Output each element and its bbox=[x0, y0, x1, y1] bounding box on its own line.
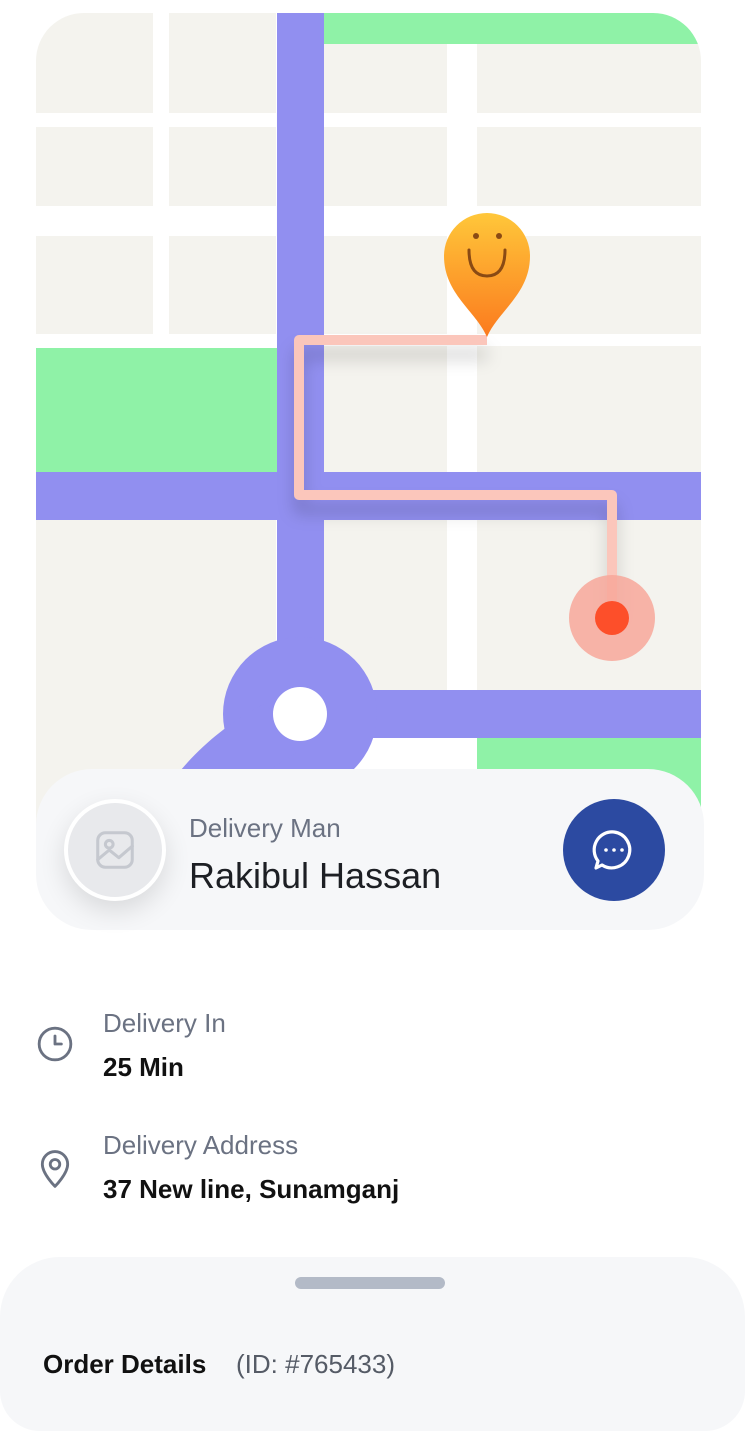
destination-dot-icon bbox=[569, 575, 655, 661]
chat-bubble-icon bbox=[592, 830, 632, 870]
chat-button[interactable] bbox=[563, 799, 665, 901]
delivery-address-label: Delivery Address bbox=[103, 1130, 299, 1160]
avatar bbox=[64, 799, 166, 901]
delivery-map[interactable] bbox=[36, 13, 701, 843]
delivery-time-label: Delivery In bbox=[103, 1008, 226, 1038]
delivery-man-label: Delivery Man bbox=[189, 813, 341, 843]
location-pin-icon bbox=[40, 1150, 70, 1188]
order-details-sheet[interactable]: Order Details (ID: #765433) bbox=[0, 1257, 745, 1431]
delivery-address-value: 37 New line, Sunamganj bbox=[103, 1174, 400, 1204]
order-details-title: Order Details bbox=[43, 1349, 207, 1379]
clock-icon bbox=[37, 1026, 73, 1062]
order-id: (ID: #765433) bbox=[236, 1349, 395, 1379]
image-placeholder-icon bbox=[96, 831, 134, 869]
delivery-man-card: Delivery Man Rakibul Hassan bbox=[36, 769, 704, 930]
delivery-man-name: Rakibul Hassan bbox=[189, 855, 442, 896]
delivery-time-value: 25 Min bbox=[103, 1052, 184, 1082]
sheet-drag-handle[interactable] bbox=[295, 1277, 445, 1289]
